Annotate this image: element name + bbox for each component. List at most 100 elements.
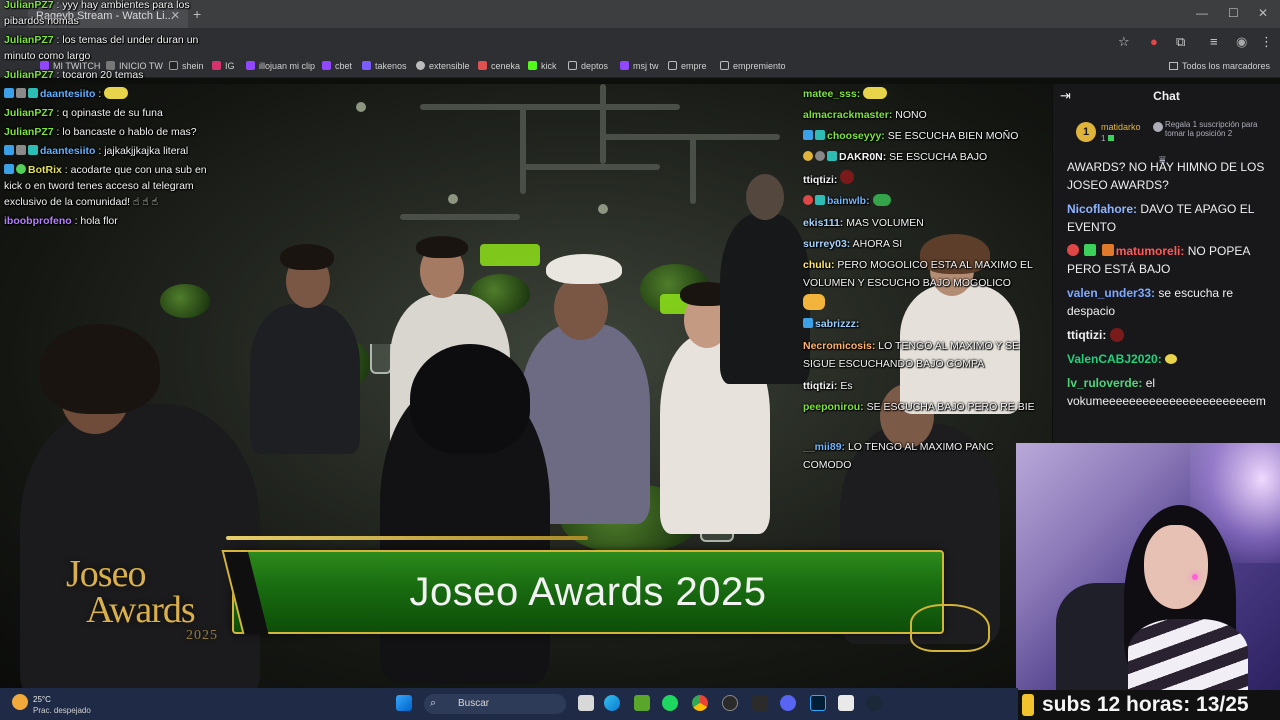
badge-icon bbox=[815, 151, 825, 161]
overlay-chat-message: exclusivo de la comunidad! ☝ ☝ ☝ bbox=[4, 196, 159, 208]
weather-temp: 25°C bbox=[33, 695, 51, 704]
bookmark-item[interactable]: shein bbox=[169, 61, 204, 71]
emote-icon bbox=[863, 87, 888, 99]
edge-icon[interactable] bbox=[604, 695, 620, 711]
bookmark-item[interactable]: msj tw bbox=[620, 61, 659, 71]
ceiling-pipe bbox=[600, 84, 606, 164]
overlay-chat-message: COMODO bbox=[803, 459, 852, 471]
discord-icon[interactable] bbox=[780, 695, 796, 711]
logo-line1: Joseo bbox=[66, 553, 146, 595]
window-close-icon[interactable]: ✕ bbox=[1258, 6, 1268, 20]
folder-icon bbox=[568, 61, 577, 70]
photoshop-icon[interactable] bbox=[810, 695, 826, 711]
sidepanel-icon[interactable]: ≡ bbox=[1210, 34, 1218, 49]
bookmark-item[interactable]: cbet bbox=[322, 61, 352, 71]
badge-icon bbox=[803, 151, 813, 161]
puzzle-icon[interactable]: ⧉ bbox=[1176, 34, 1185, 50]
task-view-icon[interactable] bbox=[578, 695, 594, 711]
bookmark-item[interactable]: illojuan mi clip bbox=[246, 61, 315, 71]
overlay-chat-message: pibardos nomas bbox=[4, 15, 79, 27]
bookmark-item[interactable]: takenos bbox=[362, 61, 407, 71]
hat-outline-icon bbox=[910, 604, 990, 652]
search-icon: ⌕ bbox=[430, 697, 437, 709]
emote-icon bbox=[1165, 354, 1178, 364]
takenos-icon bbox=[362, 61, 371, 70]
badge-icon bbox=[16, 145, 26, 155]
maximize-icon[interactable]: ☐ bbox=[1228, 6, 1239, 20]
badge-icon bbox=[28, 145, 38, 155]
weather-desc: Prac. despejado bbox=[33, 706, 91, 715]
banner-title: Joseo Awards 2025 bbox=[409, 570, 767, 614]
bookmark-item[interactable]: IG bbox=[212, 61, 235, 71]
overlay-chat-message: sabrizzz: bbox=[803, 315, 859, 333]
all-bookmarks[interactable]: Todos los marcadores bbox=[1168, 61, 1270, 71]
bookmark-item[interactable]: empremiento bbox=[720, 61, 786, 71]
subs-goal-bar: subs 12 horas: 13/25 bbox=[1018, 690, 1280, 720]
minimize-icon[interactable]: — bbox=[1196, 6, 1208, 20]
star-icon[interactable]: ☆ bbox=[1118, 34, 1130, 50]
streamdeck-icon[interactable] bbox=[752, 695, 768, 711]
person-head bbox=[746, 174, 784, 220]
browser-titlebar bbox=[0, 0, 1280, 28]
chrome-icon[interactable] bbox=[692, 695, 708, 711]
windows-start-icon[interactable] bbox=[396, 695, 412, 711]
badge-icon bbox=[4, 164, 14, 174]
chat-message: ValenCABJ2020: bbox=[1067, 350, 1275, 368]
obs-icon[interactable] bbox=[722, 695, 738, 711]
badge-icon bbox=[803, 318, 813, 328]
gift-prompt: Regala 1 suscripción para tomar la posic… bbox=[1165, 120, 1258, 138]
info-icon bbox=[1153, 122, 1163, 132]
badge-icon bbox=[1067, 244, 1079, 256]
twitch-icon bbox=[322, 61, 331, 70]
emote-icon bbox=[1109, 328, 1124, 342]
gift-leaderboard[interactable]: 1 matidarko 1 Regala 1 suscripción para … bbox=[1053, 110, 1280, 158]
chat-message: ttiqtizi: bbox=[1067, 326, 1275, 344]
instagram-icon bbox=[212, 61, 221, 70]
badge-icon bbox=[1101, 244, 1114, 256]
green-tablecloth bbox=[480, 244, 540, 266]
chat-message: Nicoflahore: DAVO TE APAGO EL EVENTO bbox=[1067, 202, 1254, 234]
ceiling-pipe bbox=[420, 104, 680, 110]
chat-header: ⇥ Chat bbox=[1053, 84, 1280, 108]
steam-icon[interactable] bbox=[866, 695, 882, 711]
bookmark-item[interactable]: ceneka bbox=[478, 61, 520, 71]
emote-icon bbox=[872, 194, 891, 206]
menu-icon[interactable]: ⋮ bbox=[1260, 34, 1273, 50]
folder-icon bbox=[720, 61, 729, 70]
bookmark-item[interactable]: empre bbox=[668, 61, 707, 71]
overlay-chat-message: DAKR0N: SE ESCUCHA BAJO bbox=[803, 148, 987, 166]
gift-icon bbox=[1107, 135, 1114, 141]
extension-icon[interactable]: ● bbox=[1150, 34, 1158, 49]
twitch-icon bbox=[620, 61, 629, 70]
shein-icon bbox=[169, 61, 178, 70]
overlay-chat-message: SIGUE ESCUCHANDO BAJO COMPA bbox=[803, 358, 985, 370]
bookmark-item[interactable]: kick bbox=[528, 61, 557, 71]
overlay-chat-message bbox=[803, 294, 825, 314]
capcut-icon[interactable] bbox=[838, 695, 854, 711]
striped-sweater bbox=[1128, 619, 1248, 692]
chat-message-list: AWARDS? NO HAY HIMNO DE LOS JOSEO AWARDS… bbox=[1067, 158, 1275, 416]
overlay-chat-message: surrey03: AHORA SI bbox=[803, 238, 903, 250]
streamer-webcam bbox=[1016, 443, 1280, 692]
minecraft-icon[interactable] bbox=[634, 695, 650, 711]
streamer-face bbox=[1144, 525, 1208, 609]
ceiling-pipe bbox=[400, 214, 520, 220]
person-hair bbox=[40, 324, 160, 414]
badge-icon bbox=[28, 88, 38, 98]
folder-icon bbox=[1168, 62, 1178, 70]
overlay-chat-message: JulianPZ7 : q opinaste de su funa bbox=[4, 107, 163, 119]
table-plant bbox=[160, 284, 210, 318]
person-hair bbox=[280, 244, 334, 270]
bookmark-item[interactable]: deptos bbox=[568, 61, 608, 71]
emote-icon bbox=[840, 170, 855, 184]
overlay-chat-message: ttiqtizi: bbox=[803, 170, 856, 189]
spotify-icon[interactable] bbox=[662, 695, 678, 711]
avatar[interactable]: ◉ bbox=[1236, 34, 1247, 50]
bookmark-item[interactable]: extensible bbox=[416, 61, 470, 71]
person-head bbox=[554, 276, 608, 340]
new-tab-icon[interactable]: + bbox=[193, 6, 201, 22]
badge-icon bbox=[16, 164, 26, 174]
badge-icon bbox=[803, 195, 813, 205]
chat-message: lv_ruloverde: el vokumeeeeeeeeeeeeeeeeee… bbox=[1067, 376, 1266, 408]
taskbar-search[interactable]: ⌕ Buscar bbox=[424, 694, 566, 714]
